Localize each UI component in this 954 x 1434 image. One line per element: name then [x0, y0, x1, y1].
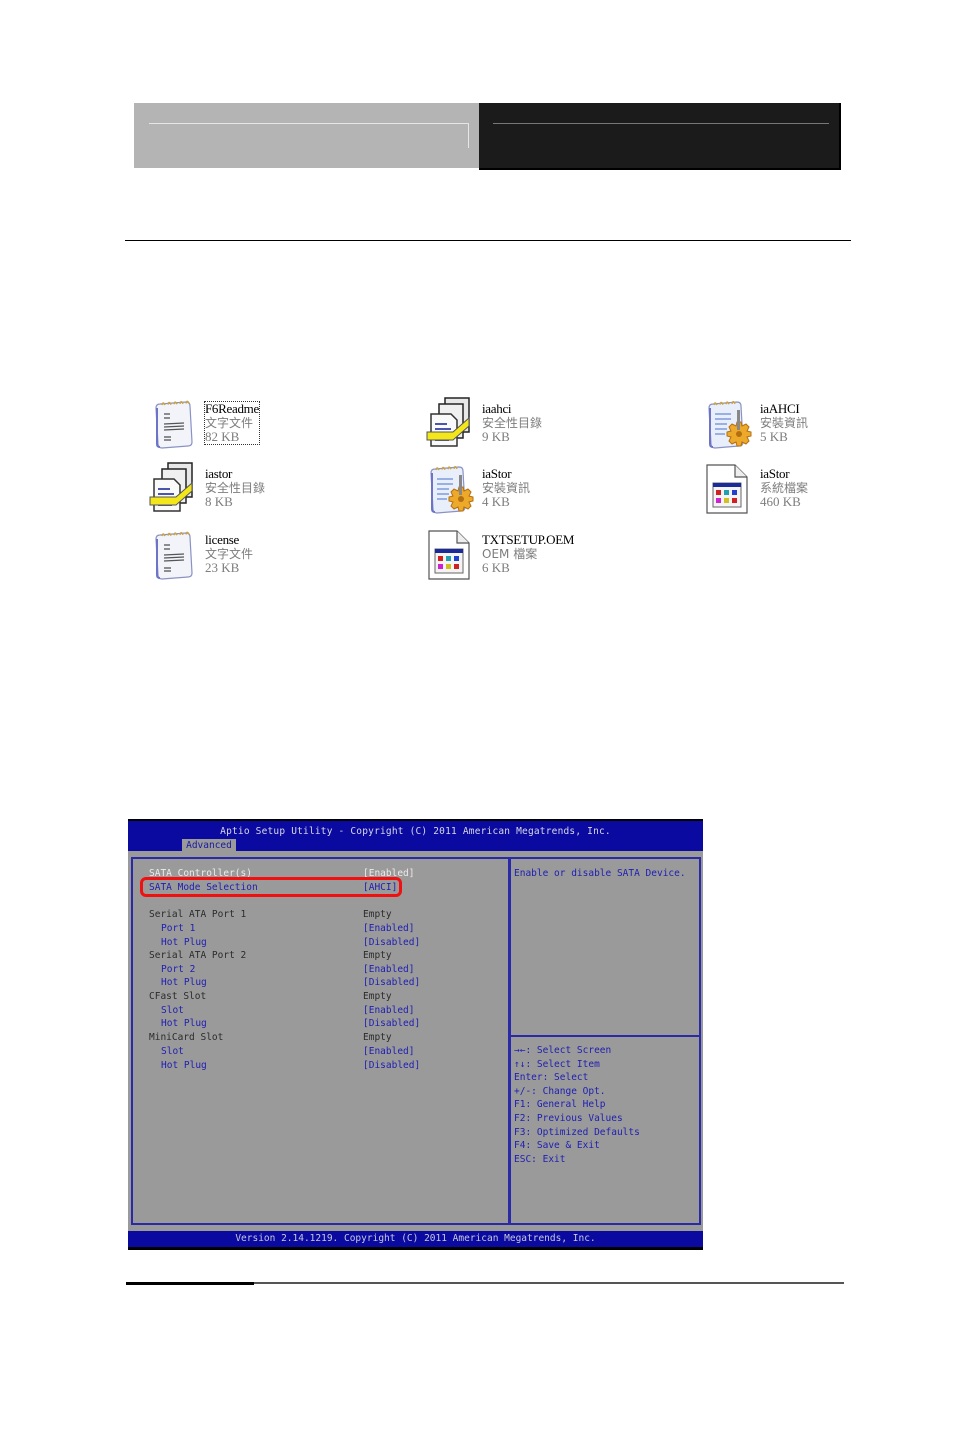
key-hint: →←: Select Screen	[514, 1045, 612, 1056]
file-name: iaStor	[482, 466, 512, 481]
header-bar-left	[134, 103, 480, 168]
file-size: 23 KB	[205, 560, 240, 575]
setting-label: Port 2	[161, 964, 196, 975]
setting-value: [Disabled]	[363, 1018, 421, 1029]
file-item[interactable]: iaStor 安裝資訊 4 KB	[423, 461, 683, 521]
file-size: 460 KB	[760, 494, 801, 509]
header-rule	[149, 123, 469, 124]
bios-footer: Version 2.14.1219. Copyright (C) 2011 Am…	[128, 1231, 703, 1250]
key-legend: →←: Select Screen ↑↓: Select Item Enter:…	[514, 1044, 640, 1166]
key-hint: Enter: Select	[514, 1072, 589, 1084]
header-bar-right	[479, 103, 841, 170]
key-hint: F1: General Help	[514, 1099, 606, 1111]
setup-info-icon	[430, 465, 474, 514]
file-name: iaAHCI	[760, 401, 800, 416]
bios-help-panel: Enable or disable SATA Device. →←: Selec…	[509, 857, 701, 1225]
header-rule-vertical	[468, 123, 469, 148]
file-size: 6 KB	[482, 560, 510, 575]
bios-setup-screen: Aptio Setup Utility - Copyright (C) 2011…	[128, 819, 703, 1250]
tab-advanced[interactable]: Advanced	[182, 839, 236, 853]
setting-label: Hot Plug	[161, 977, 207, 988]
file-name: TXTSETUP.OEM	[482, 532, 575, 547]
file-size: 4 KB	[482, 494, 510, 509]
bios-settings-panel: SATA Controller(s) [Enabled] SATA Mode Se…	[131, 857, 510, 1225]
help-divider	[511, 1035, 699, 1037]
key-hint: F4: Save & Exit	[514, 1140, 600, 1152]
file-item[interactable]: iaAHCI 安裝資訊 5 KB	[701, 396, 851, 456]
key-hint: ↑↓: Select Item	[514, 1058, 600, 1070]
file-item[interactable]: F6Readme 文字文件 82 KB	[146, 396, 406, 456]
key-hint: F3: Optimized Defaults	[514, 1126, 640, 1138]
setting-label: CFast Slot	[149, 991, 207, 1002]
setting-value: Empty	[363, 991, 392, 1002]
file-name: license	[205, 532, 239, 547]
file-item[interactable]: license 文字文件 23 KB	[146, 527, 406, 587]
setting-label: MiniCard Slot	[149, 1032, 224, 1043]
file-item[interactable]: iastor 安全性目錄 8 KB	[146, 461, 406, 521]
file-type: 安裝資訊	[482, 481, 531, 495]
file-name: iaahci	[482, 401, 512, 416]
file-item[interactable]: TXTSETUP.OEM OEM 檔案 6 KB	[423, 527, 683, 587]
bottom-divider	[254, 1282, 844, 1284]
setting-label: Slot	[161, 1005, 184, 1016]
file-name: F6Readme	[205, 401, 259, 416]
system-file-icon	[428, 530, 470, 580]
file-item[interactable]: iaahci 安全性目錄 9 KB	[423, 396, 683, 456]
key-hint: +/-: Change Opt.	[514, 1085, 606, 1097]
setting-label: Hot Plug	[161, 1060, 207, 1071]
setting-value: Empty	[363, 1032, 392, 1043]
file-size: 9 KB	[482, 429, 510, 444]
setting-value: [Enabled]	[363, 923, 415, 934]
file-name: iaStor	[760, 466, 790, 481]
file-size: 8 KB	[205, 494, 233, 509]
header-rule	[493, 123, 829, 124]
key-hint: ESC: Exit	[514, 1153, 566, 1165]
top-divider	[125, 240, 851, 241]
setting-value: [Enabled]	[363, 1046, 415, 1057]
file-name: iastor	[205, 466, 233, 481]
setting-label: Slot	[161, 1046, 184, 1057]
file-type: 文字文件	[205, 416, 254, 430]
bottom-divider-accent	[126, 1282, 254, 1285]
setting-value: [Enabled]	[363, 1005, 415, 1016]
notepad-icon	[155, 400, 193, 449]
setting-value: [Disabled]	[363, 1060, 421, 1071]
file-size: 82 KB	[205, 429, 240, 444]
setting-value: [Enabled]	[363, 964, 415, 975]
notepad-icon	[155, 531, 193, 580]
setting-value: Empty	[363, 950, 392, 961]
file-type: 安全性目錄	[482, 416, 543, 430]
setting-label: Hot Plug	[161, 1018, 207, 1029]
setting-value: Empty	[363, 909, 392, 920]
setting-label: Port 1	[161, 923, 196, 934]
file-type: 系統檔案	[760, 481, 809, 495]
file-type: 安全性目錄	[205, 481, 266, 495]
setting-label: Serial ATA Port 1	[149, 909, 247, 920]
setting-label: Serial ATA Port 2	[149, 950, 247, 961]
bios-title-bar: Aptio Setup Utility - Copyright (C) 2011…	[128, 819, 703, 853]
setting-label: Hot Plug	[161, 937, 207, 948]
bios-title: Aptio Setup Utility - Copyright (C) 2011…	[220, 826, 611, 837]
setting-value: [Disabled]	[363, 937, 421, 948]
file-size: 5 KB	[760, 429, 788, 444]
key-hint: F2: Previous Values	[514, 1112, 623, 1124]
setup-info-icon	[708, 400, 752, 449]
file-type: OEM 檔案	[482, 547, 538, 561]
security-catalog-icon	[149, 462, 193, 512]
setting-value: [Disabled]	[363, 977, 421, 988]
file-type: 文字文件	[205, 547, 254, 561]
file-item[interactable]: iaStor 系統檔案 460 KB	[701, 461, 851, 521]
sata-mode-highlight-annotation	[140, 877, 402, 897]
security-catalog-icon	[426, 397, 470, 447]
system-file-icon	[706, 464, 748, 514]
help-text: Enable or disable SATA Device.	[514, 868, 686, 879]
file-type: 安裝資訊	[760, 416, 809, 430]
